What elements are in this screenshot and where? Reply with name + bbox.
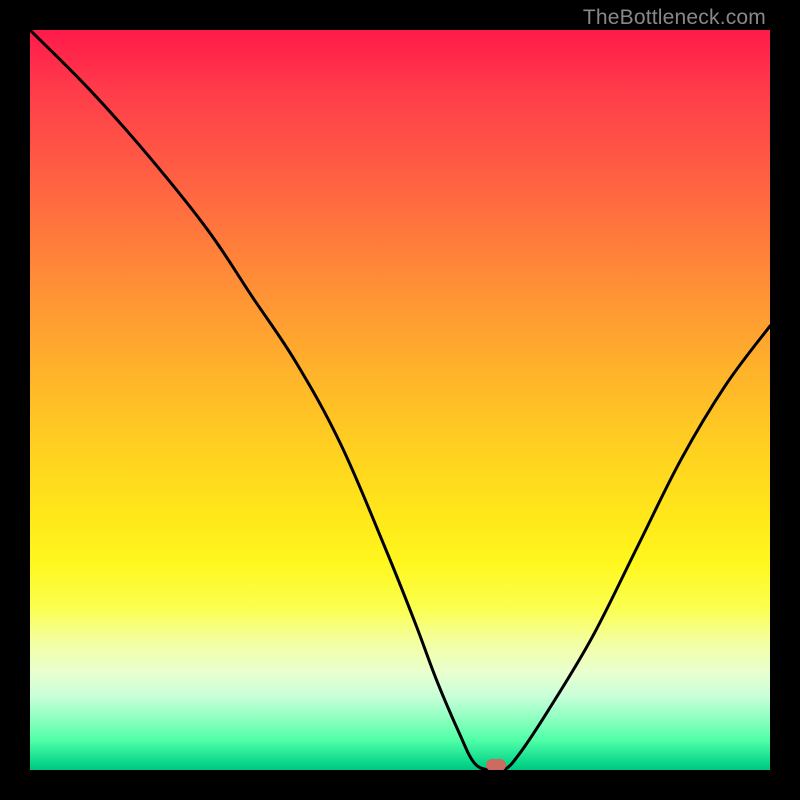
curve-svg	[30, 30, 770, 770]
optimal-point-marker	[486, 759, 506, 770]
plot-area	[30, 30, 770, 770]
bottleneck-curve	[30, 30, 770, 770]
chart-frame: TheBottleneck.com	[0, 0, 800, 800]
watermark-text: TheBottleneck.com	[583, 6, 766, 30]
